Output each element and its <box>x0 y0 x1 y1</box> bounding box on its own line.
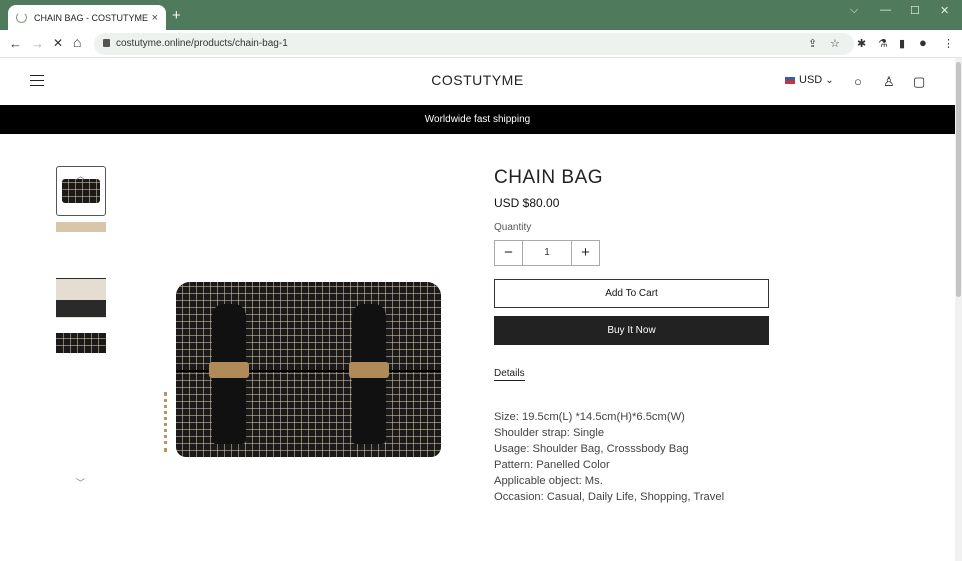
loading-spinner-icon <box>16 12 27 23</box>
chevron-down-icon: ⌄ <box>825 74 834 86</box>
tab-details[interactable]: Details <box>494 368 525 381</box>
description-line: Occasion: Casual, Daily Life, Shopping, … <box>494 490 725 503</box>
buckle-right <box>349 362 389 378</box>
add-to-cart-button[interactable]: Add To Cart <box>494 279 769 308</box>
extensions-icon[interactable]: ✱ <box>857 37 866 50</box>
product-description: Size: 19.5cm(L) *14.5cm(H)*6.5cm(W) Shou… <box>494 410 724 505</box>
announcement-bar: Worldwide fast shipping <box>0 105 955 134</box>
product-main-image[interactable] <box>158 272 458 462</box>
cart-icon[interactable]: ▢ <box>913 74 925 90</box>
browser-menu-icon[interactable]: ⋮ <box>943 37 954 50</box>
share-icon[interactable]: ⇪ <box>808 37 817 50</box>
flask-icon[interactable]: ⚗ <box>878 37 888 50</box>
description-line: Applicable object: Ms. <box>494 474 603 487</box>
bookmark-star-icon[interactable]: ☆ <box>830 37 840 50</box>
back-icon[interactable]: ← <box>9 36 22 51</box>
thumbnail-2[interactable] <box>56 222 106 232</box>
description-line: Pattern: Panelled Color <box>494 458 610 471</box>
thumbnail-3[interactable] <box>56 278 106 318</box>
bag-body <box>176 282 441 457</box>
currency-selector[interactable]: USD ⌄ <box>785 74 834 86</box>
description-line: Usage: Shoulder Bag, Crosssbody Bag <box>494 442 689 455</box>
account-icon[interactable]: ♙ <box>883 74 895 90</box>
description-line: Shoulder strap: Single <box>494 426 605 439</box>
home-icon[interactable]: ⌂ <box>73 34 81 50</box>
close-window-button[interactable]: ✕ <box>940 4 949 17</box>
us-flag-icon <box>785 76 795 84</box>
browser-tab[interactable]: CHAIN BAG - COSTUTYME × <box>8 5 166 30</box>
buckle-left <box>209 362 249 378</box>
minimize-button[interactable]: — <box>880 4 891 16</box>
gallery-down-icon[interactable]: ﹀ <box>76 476 85 489</box>
description-line: Size: 19.5cm(L) *14.5cm(H)*6.5cm(W) <box>494 411 685 423</box>
site-header: COSTUTYME USD ⌄ ○ ♙ ▢ <box>0 58 955 105</box>
quantity-input[interactable]: 1 <box>522 241 572 265</box>
url-bar[interactable]: costutyme.online/products/chain-bag-1 <box>94 33 854 55</box>
gallery-up-icon[interactable]: ︿ <box>76 169 85 182</box>
new-tab-button[interactable]: + <box>172 7 181 24</box>
quantity-increase-button[interactable]: + <box>572 241 599 265</box>
quantity-decrease-button[interactable]: − <box>495 241 522 265</box>
product-price: USD $80.00 <box>494 196 560 210</box>
profile-icon[interactable]: ● <box>919 35 927 50</box>
lock-icon <box>103 39 110 47</box>
page-scrollbar[interactable] <box>955 58 962 561</box>
thumbnail-4[interactable] <box>56 333 106 353</box>
currency-label: USD <box>799 74 823 86</box>
quantity-stepper: − 1 + <box>494 240 600 266</box>
product-title: CHAIN BAG <box>494 167 604 188</box>
forward-icon[interactable]: → <box>31 36 44 51</box>
search-icon[interactable]: ○ <box>854 74 862 89</box>
address-toolbar: ← → ✕ ⌂ costutyme.online/products/chain-… <box>0 30 962 58</box>
tab-search-icon[interactable]: ⌵ <box>850 4 858 17</box>
scrollbar-thumb[interactable] <box>956 62 961 297</box>
tab-close-icon[interactable]: × <box>152 12 158 24</box>
maximize-button[interactable]: ☐ <box>910 4 920 17</box>
buy-now-button[interactable]: Buy It Now <box>494 316 769 345</box>
stop-icon[interactable]: ✕ <box>53 36 63 50</box>
url-text: costutyme.online/products/chain-bag-1 <box>116 38 288 49</box>
side-panel-icon[interactable]: ▮ <box>899 37 905 50</box>
tab-title: CHAIN BAG - COSTUTYME <box>34 12 149 23</box>
quantity-label: Quantity <box>494 222 532 233</box>
browser-titlebar: CHAIN BAG - COSTUTYME × + ⌵ — ☐ ✕ <box>0 0 962 30</box>
